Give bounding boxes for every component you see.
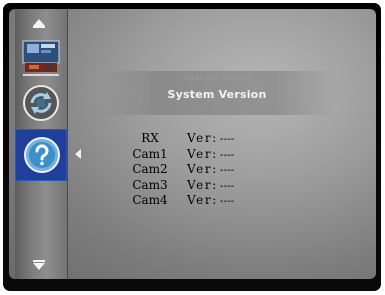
arrow-down-icon[interactable] <box>33 260 45 270</box>
version-label: Ver: <box>187 193 218 207</box>
version-row: RX Ver: ---- <box>113 131 234 147</box>
menu-panel: System Setup System Version RX Ver: ---- C… <box>9 9 376 279</box>
refresh-icon[interactable] <box>19 81 63 125</box>
help-icon <box>24 137 60 173</box>
version-value: ---- <box>219 180 235 192</box>
device-name: Cam2 <box>132 162 168 176</box>
selection-pointer-icon <box>75 149 81 159</box>
version-label: Ver: <box>187 146 218 161</box>
arrow-up-icon[interactable] <box>33 19 45 28</box>
version-label: Ver: <box>187 131 218 145</box>
system-settings-icon[interactable] <box>19 39 63 83</box>
help-menu-item[interactable] <box>15 129 67 181</box>
version-value: ---- <box>219 165 235 176</box>
version-value: ---- <box>219 196 235 207</box>
version-row: Cam3 Ver: ---- <box>113 178 234 194</box>
version-row: Cam1 Ver: ---- <box>113 147 234 163</box>
device-screen: System Setup System Version RX Ver: ---- C… <box>3 3 381 291</box>
device-name: RX <box>141 131 159 145</box>
page-title: System Version <box>167 88 267 101</box>
menu-subtitle: System Setup <box>183 73 251 83</box>
device-name: Cam3 <box>132 177 168 192</box>
version-row: Cam4 Ver: ---- <box>113 193 234 209</box>
sidebar <box>15 9 68 279</box>
version-row: Cam2 Ver: ---- <box>113 162 234 178</box>
version-value: ---- <box>219 134 235 145</box>
version-label: Ver: <box>187 177 218 192</box>
device-name: Cam1 <box>132 146 168 161</box>
device-name: Cam4 <box>132 193 168 207</box>
version-label: Ver: <box>187 162 218 176</box>
version-list: RX Ver: ---- Cam1 Ver: ---- Cam2 Ver: ---- Cam… <box>113 131 234 209</box>
version-value: ---- <box>219 149 235 161</box>
